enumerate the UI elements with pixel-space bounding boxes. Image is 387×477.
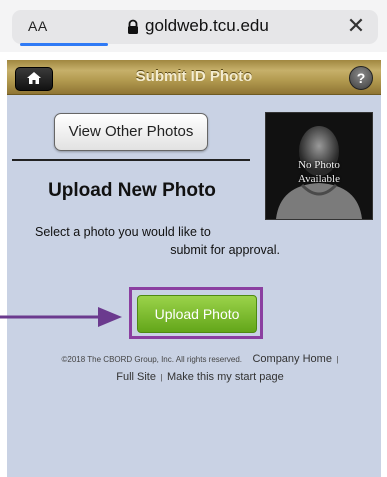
footer: ©2018 The CBORD Group, Inc. All rights r… — [25, 350, 375, 386]
app-header: Submit ID Photo ? — [7, 60, 381, 95]
page-load-progress-bar — [20, 43, 108, 46]
instructions-line-2: submit for approval. — [170, 243, 280, 257]
company-home-link[interactable]: Company Home — [252, 353, 331, 365]
upload-heading: Upload New Photo — [48, 180, 216, 201]
annotation-arrow-icon — [0, 307, 122, 327]
text-size-button[interactable]: AA — [28, 18, 48, 34]
no-photo-label: No Photo Available — [298, 159, 340, 185]
upload-instructions: Select a photo you would like to submit … — [35, 223, 280, 259]
view-other-photos-button[interactable]: View Other Photos — [54, 113, 208, 151]
lock-icon — [128, 19, 138, 34]
address-bar[interactable]: AA goldweb.tcu.edu ✕ — [12, 10, 378, 44]
page-title: Submit ID Photo — [135, 68, 253, 85]
main-content: View Other Photos No Photo Available Upl… — [7, 95, 381, 477]
instructions-line-1: Select a photo you would like to — [35, 225, 211, 239]
copyright-text: ©2018 The CBORD Group, Inc. All rights r… — [61, 355, 243, 364]
full-site-link[interactable]: Full Site — [116, 371, 156, 383]
upload-photo-button[interactable]: Upload Photo — [137, 295, 257, 333]
url-text[interactable]: goldweb.tcu.edu — [145, 16, 269, 36]
browser-toolbar: AA goldweb.tcu.edu ✕ — [0, 0, 387, 52]
id-photo-placeholder: No Photo Available — [265, 112, 373, 220]
help-button[interactable]: ? — [349, 66, 373, 90]
footer-separator: | — [160, 373, 163, 382]
close-icon[interactable]: ✕ — [344, 13, 368, 39]
make-start-page-link[interactable]: Make this my start page — [167, 371, 284, 383]
section-divider — [12, 159, 250, 161]
footer-separator: | — [336, 355, 339, 364]
